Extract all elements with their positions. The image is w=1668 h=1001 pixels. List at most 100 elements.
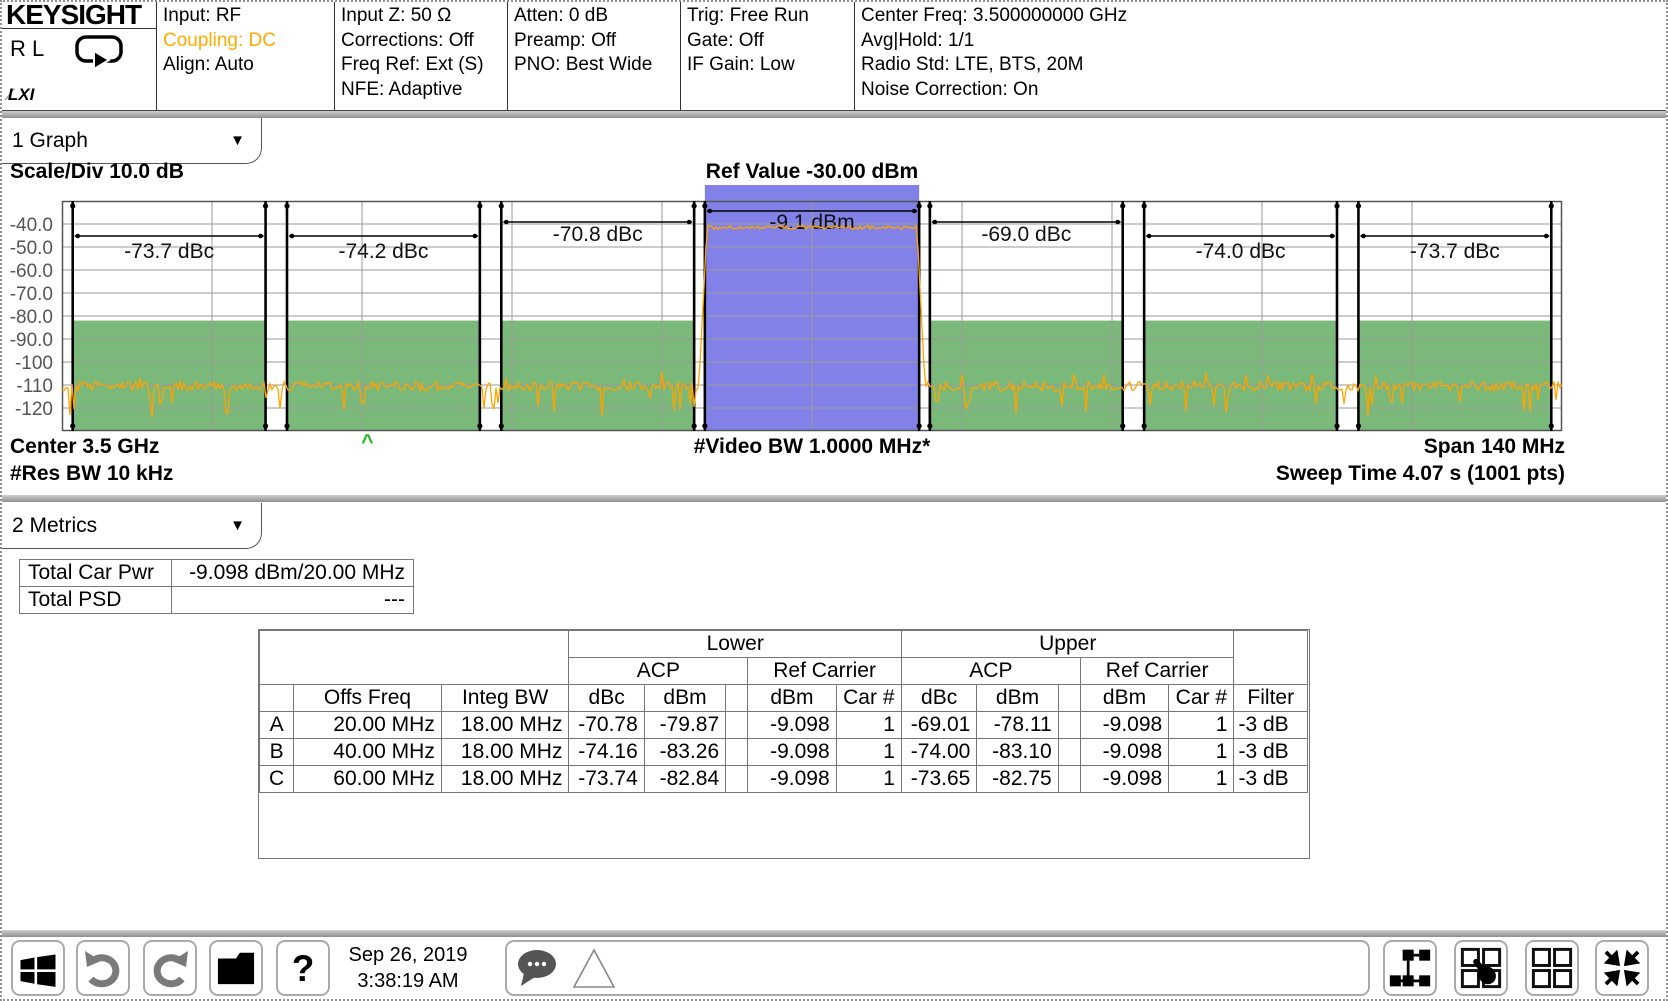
metrics-window-selector[interactable]: 2 Metrics ▼ — [2, 503, 262, 549]
dbm-header: dBm — [644, 685, 725, 712]
folder-icon — [215, 949, 257, 987]
center-freq-annotation[interactable]: Center 3.5 GHz — [10, 435, 159, 459]
window-divider — [2, 495, 1666, 502]
upper-ref-carrier-header: Ref Carrier — [1080, 658, 1234, 685]
svg-text:-50.0: -50.0 — [10, 238, 53, 259]
spacer-cell — [1058, 712, 1080, 739]
upper-dbm-value: -82.75 — [977, 766, 1058, 793]
metrics-tab-label: 2 Metrics — [12, 514, 97, 538]
file-explorer-button[interactable] — [209, 940, 263, 996]
windows-logo-icon — [17, 947, 59, 989]
svg-text:-73.7 dBc: -73.7 dBc — [124, 240, 214, 263]
clock[interactable]: Sep 26, 2019 3:38:19 AM — [338, 942, 478, 994]
filter-header: Filter — [1234, 685, 1308, 712]
upper-dbc-value: -69.01 — [901, 712, 976, 739]
upper-ref-dbm-value: -9.098 — [1080, 766, 1168, 793]
trig-setting: Trig: Free Run — [687, 4, 854, 29]
dbc-header: dBc — [569, 685, 644, 712]
minimize-fullscreen-button[interactable] — [1595, 940, 1649, 996]
header-col-atten[interactable]: Atten: 0 dB Preamp: Off PNO: Best Wide — [508, 2, 681, 110]
spectrum-plot[interactable]: -40.0-50.0-60.0-70.0-80.0-90.0-100-110-1… — [2, 185, 1577, 453]
time-text: 3:38:19 AM — [338, 968, 478, 994]
filter-value: -3 dB — [1234, 739, 1308, 766]
integ-bw-value: 18.00 MHz — [441, 766, 569, 793]
brand-panel: KEYSIGHT R L ⁄LXI — [2, 2, 157, 110]
spacer-cell — [726, 739, 748, 766]
lower-ref-dbm-value: -9.098 — [748, 766, 836, 793]
upper-dbc-value: -74.00 — [901, 739, 976, 766]
dbm-header: dBm — [977, 685, 1058, 712]
offs-freq-value: 60.00 MHz — [294, 766, 442, 793]
spacer-cell — [726, 712, 748, 739]
message-bubble-icon — [515, 947, 561, 989]
svg-text:-69.0 dBc: -69.0 dBc — [981, 223, 1071, 246]
sweep-time-annotation[interactable]: Sweep Time 4.07 s (1001 pts) — [1276, 462, 1565, 486]
filter-value: -3 dB — [1234, 766, 1308, 793]
node-tree-icon — [1388, 946, 1432, 990]
offset-letter: C — [260, 766, 294, 793]
table-row: Total Car Pwr -9.098 dBm/20.00 MHz — [20, 560, 414, 587]
filter-value: -3 dB — [1234, 712, 1308, 739]
window-layout-button[interactable] — [1525, 940, 1579, 996]
header-col-input[interactable]: Input: RF Coupling: DC Align: Auto — [157, 2, 335, 110]
rl-indicator: R L — [10, 37, 44, 62]
lower-car-num-value: 1 — [836, 739, 901, 766]
dbm-header: dBm — [1080, 685, 1168, 712]
quad-grid-icon — [1530, 946, 1574, 990]
table-row-offset-a: A 20.00 MHz 18.00 MHz -70.78 -79.87 -9.0… — [260, 712, 1308, 739]
alert-triangle-icon — [571, 946, 617, 990]
res-bw-annotation[interactable]: #Res BW 10 kHz — [10, 462, 173, 486]
scale-per-div-label[interactable]: Scale/Div 10.0 dB — [10, 160, 184, 184]
header-col-freq[interactable]: Center Freq: 3.500000000 GHz Avg|Hold: 1… — [855, 2, 1666, 110]
settings-header: KEYSIGHT R L ⁄LXI Input: RF Coupling: DC… — [2, 2, 1666, 111]
window-divider — [2, 930, 1666, 937]
screen-select-button[interactable] — [1454, 940, 1508, 996]
svg-text:-40.0: -40.0 — [10, 215, 53, 236]
windows-start-button[interactable] — [11, 940, 65, 996]
keysight-logo: KEYSIGHT — [2, 2, 156, 28]
system-taskbar: ? Sep 26, 2019 3:38:19 AM — [2, 930, 1666, 1001]
video-bw-annotation[interactable]: #Video BW 1.0000 MHz* — [412, 435, 1212, 459]
header-col-trigger[interactable]: Trig: Free Run Gate: Off IF Gain: Low — [681, 2, 855, 110]
car-num-header: Car # — [1169, 685, 1234, 712]
dbm-header: dBm — [748, 685, 836, 712]
graph-window-selector[interactable]: 1 Graph ▼ — [2, 118, 262, 164]
offset-letter: A — [260, 712, 294, 739]
lower-dbc-value: -74.16 — [569, 739, 644, 766]
measurement-setup-button[interactable] — [1383, 940, 1437, 996]
freq-ref-setting: Freq Ref: Ext (S) — [341, 53, 507, 78]
input-setting: Input: RF — [163, 4, 334, 29]
empty-header-cell — [1234, 631, 1308, 685]
offs-freq-header: Offs Freq — [294, 685, 442, 712]
lower-acp-header: ACP — [569, 658, 748, 685]
gate-setting: Gate: Off — [687, 29, 854, 54]
svg-text:-60.0: -60.0 — [10, 261, 53, 282]
status-message-area[interactable] — [505, 940, 1370, 996]
ref-value-label[interactable]: Ref Value -30.00 dBm — [412, 160, 1212, 184]
car-num-header: Car # — [836, 685, 901, 712]
total-psd-value: --- — [172, 587, 414, 614]
spacer-cell — [1058, 739, 1080, 766]
header-col-impedance[interactable]: Input Z: 50 Ω Corrections: Off Freq Ref:… — [335, 2, 508, 110]
svg-text:-90.0: -90.0 — [10, 330, 53, 351]
svg-text:-110: -110 — [16, 376, 53, 397]
corrections-setting: Corrections: Off — [341, 29, 507, 54]
span-annotation[interactable]: Span 140 MHz — [1424, 435, 1565, 459]
upper-car-num-value: 1 — [1169, 712, 1234, 739]
undo-button[interactable] — [76, 940, 130, 996]
help-button[interactable]: ? — [276, 940, 330, 996]
integ-bw-header: Integ BW — [441, 685, 569, 712]
total-psd-label: Total PSD — [20, 587, 172, 614]
upper-group-header: Upper — [901, 631, 1234, 658]
touch-grid-icon — [1459, 946, 1503, 990]
svg-text:-9.1 dBm: -9.1 dBm — [769, 211, 854, 234]
redo-button[interactable] — [143, 940, 197, 996]
spacer-header — [1058, 685, 1080, 712]
acp-results-table: Lower Upper ACP Ref Carrier ACP Ref Carr… — [259, 630, 1308, 793]
offset-letter-header — [260, 685, 294, 712]
input-z-setting: Input Z: 50 Ω — [341, 4, 507, 29]
integ-bw-value: 18.00 MHz — [441, 712, 569, 739]
nfe-setting: NFE: Adaptive — [341, 78, 507, 103]
lower-group-header: Lower — [569, 631, 902, 658]
continuous-sweep-icon — [74, 33, 126, 79]
